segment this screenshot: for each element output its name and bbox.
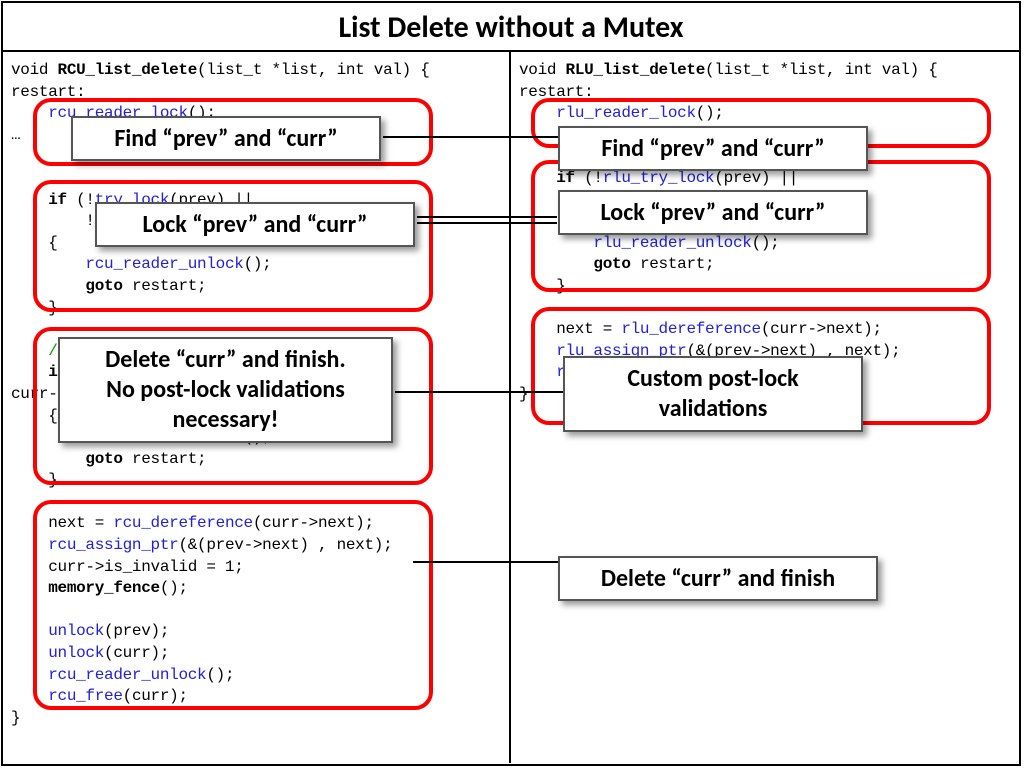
leader-valid	[395, 391, 563, 393]
slide: List Delete without a Mutex void RCU_lis…	[1, 1, 1021, 766]
callout-find-left: Find “prev” and “curr”	[71, 116, 381, 161]
leader-find	[383, 136, 558, 138]
callout-lock-left: Lock “prev” and “curr”	[95, 202, 415, 247]
callout-valid-right: Custom post-lock validations	[563, 356, 863, 432]
leader-lock	[417, 222, 557, 224]
leader-delete	[413, 561, 558, 563]
callout-delete-left: Delete “curr” and finish. No post-lock v…	[58, 337, 393, 443]
callout-delete-right: Delete “curr” and finish	[558, 556, 878, 601]
page-title: List Delete without a Mutex	[3, 3, 1019, 52]
leader-lock2	[417, 216, 557, 218]
callout-lock-right: Lock “prev” and “curr”	[558, 190, 868, 235]
callout-find-right: Find “prev” and “curr”	[558, 126, 868, 171]
